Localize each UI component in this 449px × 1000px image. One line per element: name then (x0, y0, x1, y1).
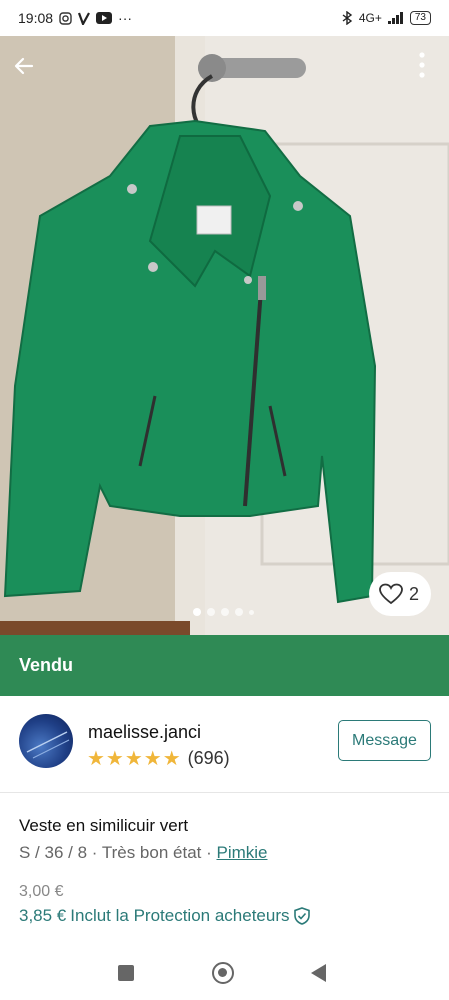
heart-icon (379, 583, 403, 605)
sold-banner: Vendu (0, 635, 449, 696)
shield-icon (293, 907, 310, 925)
message-button[interactable]: Message (338, 720, 431, 761)
jacket-photo (0, 36, 449, 635)
home-icon[interactable] (212, 962, 234, 984)
carousel-dot (235, 608, 243, 616)
seller-rating[interactable]: ★★★★★ (696) (87, 746, 230, 771)
seller-name[interactable]: maelisse.janci (88, 722, 201, 743)
total-price: 3,85 € (19, 906, 67, 925)
status-time: 19:08 (18, 10, 54, 26)
network-label: 4G+ (358, 11, 382, 25)
more-options-icon[interactable] (419, 52, 435, 82)
system-nav-bar (0, 950, 449, 1000)
status-right-icons: 4G+ 73 (341, 11, 431, 25)
favorite-count: 2 (408, 583, 419, 604)
carousel-dot (193, 608, 201, 616)
status-bar: 19:08 ··· 4G+ 73 (0, 0, 449, 36)
signal-icon (387, 12, 403, 24)
rating-stars: ★★★★★ (87, 748, 182, 770)
back-triangle-icon[interactable] (311, 964, 326, 982)
bluetooth-icon (342, 11, 353, 25)
vinted-icon (78, 11, 91, 25)
back-arrow-icon[interactable] (12, 54, 40, 82)
brand-link[interactable]: Pimkie (216, 843, 267, 862)
more-dots-icon: ··· (118, 10, 133, 26)
carousel-dot (221, 608, 229, 616)
carousel-indicator (193, 608, 254, 616)
instagram-icon (59, 11, 72, 25)
status-left-icons: ··· (59, 10, 132, 26)
total-price-row[interactable]: 3,85 € Inclut la Protection acheteurs (19, 906, 310, 926)
recent-apps-icon[interactable] (118, 965, 134, 981)
youtube-icon (96, 12, 113, 24)
item-details: S / 36 / 8 · Très bon état · Pimkie (19, 843, 439, 863)
item-photo[interactable]: 2 (0, 36, 449, 635)
seller-section[interactable]: maelisse.janci ★★★★★ (696) Message (0, 696, 449, 793)
sold-label: Vendu (19, 655, 74, 675)
battery-icon: 73 (409, 11, 431, 25)
item-details-text: S / 36 / 8 · Très bon état · (19, 843, 217, 862)
favorite-button[interactable]: 2 (368, 572, 431, 616)
review-count: (696) (187, 748, 230, 768)
item-info: Veste en similicuir vert S / 36 / 8 · Tr… (19, 816, 439, 863)
item-title: Veste en similicuir vert (19, 816, 189, 835)
protection-label: Inclut la Protection acheteurs (70, 906, 290, 925)
carousel-dot (249, 609, 254, 615)
carousel-dot (207, 608, 215, 616)
avatar[interactable] (19, 714, 73, 768)
base-price: 3,00 € (19, 883, 64, 900)
